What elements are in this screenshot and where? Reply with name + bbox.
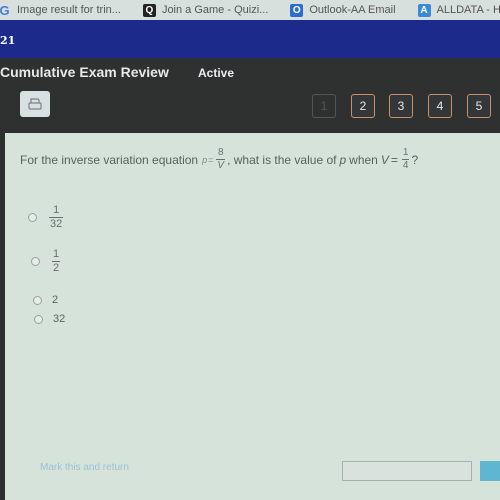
answer-option-4[interactable]: 32 bbox=[34, 313, 65, 325]
fraction-denominator: 32 bbox=[50, 218, 63, 230]
alldata-icon: A bbox=[417, 3, 431, 17]
topbar-number: 21 bbox=[0, 34, 16, 47]
bookmarks-bar: G Image result for trin... Q Join a Game… bbox=[0, 0, 500, 20]
exam-header: Cumulative Exam Review Active 1 2 3 4 5 bbox=[0, 58, 500, 128]
bookmark-image-result[interactable]: G Image result for trin... bbox=[0, 2, 121, 18]
question-nav-2[interactable]: 2 bbox=[351, 94, 375, 118]
mark-and-return-link[interactable]: Mark this and return bbox=[40, 462, 129, 473]
question-mid: , what is the value of bbox=[227, 152, 337, 167]
radio-button[interactable] bbox=[28, 213, 37, 222]
question-prefix: For the inverse variation equation bbox=[20, 152, 199, 167]
question-suffix: ? bbox=[411, 152, 419, 167]
option-fraction: 1 32 bbox=[49, 204, 64, 230]
fraction-denominator: V bbox=[217, 160, 225, 171]
option-fraction: 1 2 bbox=[52, 248, 61, 274]
outlook-icon: O bbox=[290, 3, 304, 17]
equation-variable: p bbox=[202, 154, 208, 165]
fraction-numerator: 1 bbox=[53, 248, 60, 260]
bookmark-label: Outlook-AA Email bbox=[309, 4, 396, 16]
fraction-numerator: 1 bbox=[402, 147, 409, 158]
exam-title: Cumulative Exam Review bbox=[0, 64, 169, 80]
option-label: 32 bbox=[53, 313, 66, 325]
status-label: Active bbox=[198, 66, 235, 80]
question-when: when bbox=[349, 152, 378, 167]
radio-button[interactable] bbox=[34, 314, 43, 324]
bookmark-alldata[interactable]: A ALLDATA - Ho bbox=[417, 3, 500, 17]
google-icon: G bbox=[0, 2, 10, 18]
radio-button[interactable] bbox=[31, 257, 40, 266]
question-nav-3[interactable]: 3 bbox=[389, 94, 413, 118]
answer-option-1[interactable]: 1 32 bbox=[28, 205, 65, 230]
equation-fraction: 8 V bbox=[216, 147, 226, 171]
question-text: For the inverse variation equation p = 8… bbox=[20, 148, 418, 171]
equation-sign: = bbox=[208, 154, 214, 165]
answer-option-3[interactable]: 2 bbox=[33, 294, 58, 306]
printer-icon bbox=[28, 98, 42, 110]
option-label: 2 bbox=[52, 294, 59, 306]
bookmark-quizizz[interactable]: Q Join a Game - Quizi... bbox=[142, 3, 269, 17]
fraction-numerator: 1 bbox=[53, 204, 60, 216]
question-panel: For the inverse variation equation p = 8… bbox=[5, 133, 500, 500]
bookmark-label: Image result for trin... bbox=[17, 4, 121, 16]
question-nav-5[interactable]: 5 bbox=[467, 94, 491, 118]
v-fraction: 1 4 bbox=[401, 147, 410, 171]
answer-option-2[interactable]: 1 2 bbox=[31, 249, 62, 274]
variable-v: V bbox=[380, 152, 389, 167]
bookmark-label: ALLDATA - Ho bbox=[436, 4, 500, 16]
save-and-exit-button[interactable] bbox=[342, 461, 472, 481]
question-nav-4[interactable]: 4 bbox=[428, 94, 452, 118]
bookmark-outlook[interactable]: O Outlook-AA Email bbox=[290, 3, 396, 17]
quizizz-icon: Q bbox=[142, 3, 156, 17]
fraction-denominator: 2 bbox=[53, 262, 60, 274]
print-button[interactable] bbox=[20, 91, 50, 117]
next-button[interactable] bbox=[480, 461, 500, 481]
radio-button[interactable] bbox=[33, 295, 42, 305]
variable-p: p bbox=[339, 152, 347, 167]
fraction-denominator: 4 bbox=[402, 160, 409, 171]
fraction-numerator: 8 bbox=[217, 147, 224, 158]
question-nav-1[interactable]: 1 bbox=[312, 94, 336, 118]
app-topbar: 21 bbox=[0, 20, 500, 58]
bookmark-label: Join a Game - Quizi... bbox=[161, 4, 269, 16]
v-sign: = bbox=[390, 152, 398, 167]
